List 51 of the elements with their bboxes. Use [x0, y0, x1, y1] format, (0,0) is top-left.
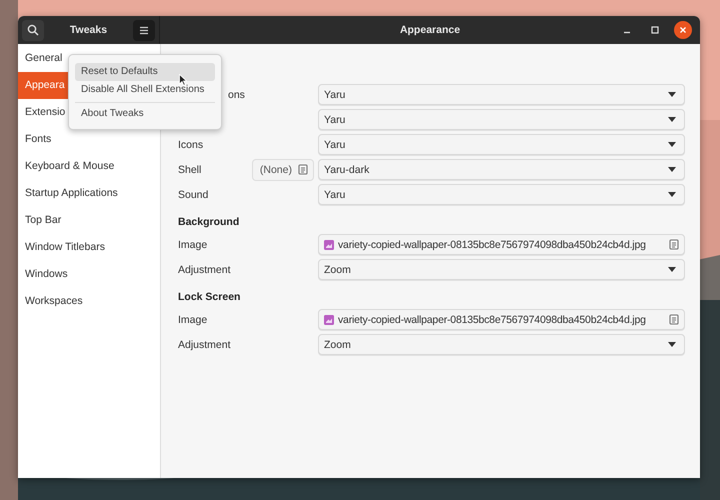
sidebar-item[interactable]: Top Bar [18, 207, 160, 234]
caret-icon [668, 192, 676, 197]
file-chooser[interactable]: variety-copied-wallpaper-08135bc8e7567974098dba450b24cb4d.jpg [318, 309, 685, 330]
file-chooser[interactable]: variety-copied-wallpaper-08135bc8e7567974098dba450b24cb4d.jpg [318, 234, 685, 255]
dropdown[interactable]: Zoom [318, 259, 685, 280]
setting-label: Image [178, 238, 208, 250]
dropdown[interactable]: Yaru-dark [318, 159, 685, 180]
sidebar-item[interactable]: Fonts [18, 126, 160, 153]
sidebar-item[interactable]: Windows [18, 261, 160, 288]
caret-icon [668, 117, 676, 122]
close-button[interactable] [674, 21, 692, 39]
none-button[interactable]: (None) [252, 158, 314, 180]
setting-label: Icons [178, 138, 204, 150]
dropdown[interactable]: Yaru [318, 134, 685, 155]
document-icon [298, 164, 308, 175]
mouse-pointer-icon [179, 74, 187, 86]
maximize-icon [651, 26, 659, 34]
caret-icon [668, 167, 676, 172]
setting-label: Image [178, 314, 208, 326]
caret-icon [668, 92, 676, 97]
close-icon [679, 26, 687, 34]
dropdown[interactable]: Yaru [318, 184, 685, 205]
caret-icon [668, 342, 676, 347]
section-heading: Lock Screen [178, 290, 242, 305]
menu-icon [138, 26, 149, 34]
setting-label: Adjustment [178, 338, 231, 350]
page-title: Appearance [400, 24, 460, 36]
menu-item[interactable]: About Tweaks [75, 102, 215, 123]
image-file-icon [324, 314, 334, 324]
image-file-icon [324, 240, 334, 250]
caret-icon [668, 142, 676, 147]
sidebar-item[interactable]: Window Titlebars [18, 234, 160, 261]
setting-label: Shell [178, 164, 202, 176]
menu-item[interactable]: Disable All Shell Extensions [75, 81, 215, 99]
dropdown[interactable]: Zoom [318, 334, 685, 355]
menu-button[interactable] [132, 20, 155, 40]
app-title: Tweaks [70, 24, 108, 36]
sidebar-item[interactable]: Workspaces [18, 288, 160, 315]
section-heading: Background [178, 215, 240, 230]
sidebar-item[interactable]: Keyboard & Mouse [18, 153, 160, 180]
search-icon [27, 24, 39, 36]
dropdown[interactable]: Yaru [318, 109, 685, 130]
document-icon [669, 239, 679, 250]
setting-label: Sound [178, 188, 208, 200]
search-button[interactable] [22, 20, 44, 40]
sidebar-item[interactable]: Startup Applications [18, 180, 160, 207]
document-icon [669, 314, 679, 325]
dropdown[interactable]: Yaru [318, 84, 685, 105]
setting-label: Adjustment [178, 264, 231, 276]
menu-item[interactable]: Reset to Defaults [75, 63, 215, 81]
caret-icon [668, 267, 676, 272]
